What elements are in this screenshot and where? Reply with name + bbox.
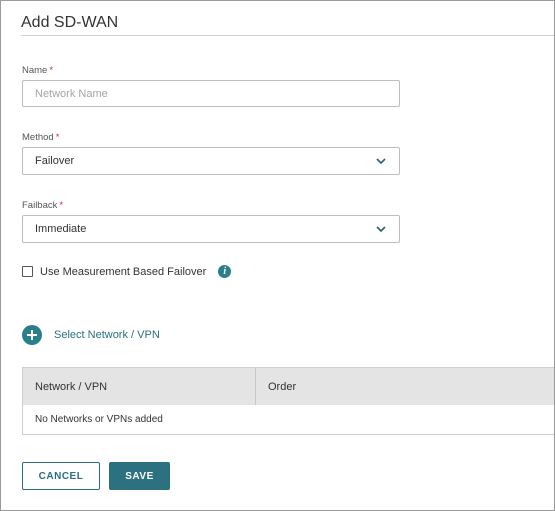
column-header-order[interactable]: Order: [256, 368, 554, 405]
table-header: Network / VPN Order: [23, 367, 554, 405]
failback-select[interactable]: Immediate: [22, 215, 400, 243]
failback-selected-value: Immediate: [35, 223, 87, 235]
title-divider: [21, 35, 554, 36]
column-header-network[interactable]: Network / VPN: [23, 368, 256, 405]
name-input[interactable]: [22, 80, 400, 107]
name-label-text: Name: [22, 65, 48, 76]
failback-label: Failback *: [22, 200, 63, 211]
method-label: Method *: [22, 132, 59, 143]
empty-table-message: No Networks or VPNs added: [23, 405, 554, 434]
method-selected-value: Failover: [35, 155, 75, 167]
failback-label-text: Failback: [22, 200, 58, 211]
dialog-title: Add SD-WAN: [21, 14, 119, 31]
chevron-down-icon: [375, 155, 387, 167]
save-button[interactable]: SAVE: [109, 462, 170, 490]
measurement-label[interactable]: Use Measurement Based Failover: [40, 266, 206, 278]
method-label-text: Method: [22, 132, 54, 143]
cancel-button[interactable]: CANCEL: [22, 462, 100, 490]
network-table: Network / VPN Order No Networks or VPNs …: [22, 367, 554, 435]
info-icon[interactable]: i: [218, 265, 232, 278]
select-network-link[interactable]: Select Network / VPN: [22, 325, 160, 345]
measurement-checkbox[interactable]: [22, 266, 33, 277]
chevron-down-icon: [375, 223, 387, 235]
measurement-option-row: Use Measurement Based Failover i: [22, 265, 232, 278]
name-label: Name *: [22, 65, 53, 76]
plus-circle-icon[interactable]: [22, 325, 42, 345]
method-select[interactable]: Failover: [22, 147, 400, 175]
method-required-mark: *: [55, 132, 60, 143]
name-required-mark: *: [49, 65, 54, 76]
select-network-label[interactable]: Select Network / VPN: [54, 329, 160, 341]
add-sdwan-dialog: Add SD-WAN Name* Method* Failover Failba…: [0, 0, 555, 511]
failback-required-mark: *: [59, 200, 64, 211]
